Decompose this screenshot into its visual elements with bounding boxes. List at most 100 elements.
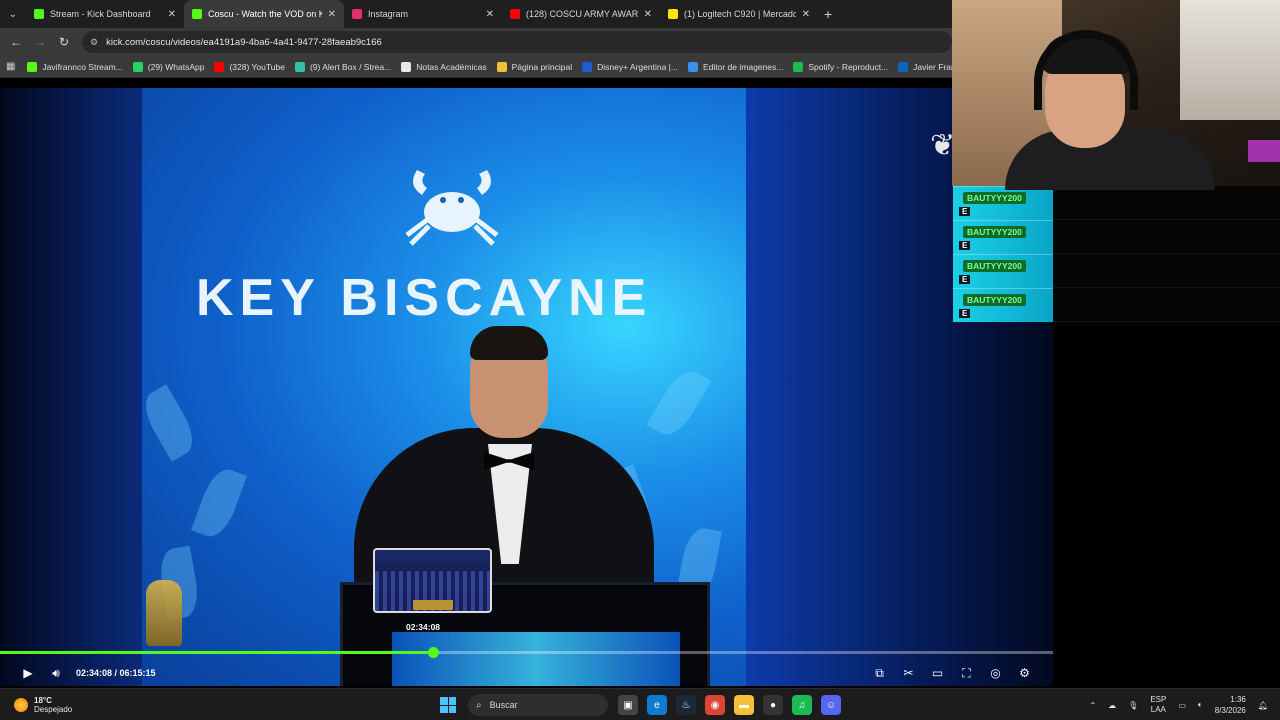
- close-tab-icon[interactable]: ✕: [644, 9, 652, 20]
- bookmark-item[interactable]: Notas Académicas: [401, 61, 487, 72]
- discord-icon[interactable]: ☺: [821, 695, 841, 715]
- chat-overlay-background: [1053, 186, 1280, 324]
- tab-2[interactable]: Instagram ✕: [344, 0, 502, 28]
- clock-date: 8/3/2026: [1214, 706, 1246, 715]
- obs-icon[interactable]: ●: [763, 695, 783, 715]
- bookmark-favicon-icon: [132, 61, 143, 72]
- forward-arrow-icon[interactable]: →: [28, 35, 52, 49]
- network-icon[interactable]: ▭: [1178, 701, 1186, 710]
- video-player[interactable]: KEY BISCAYNE ❦: [0, 88, 1053, 686]
- bookmark-item[interactable]: Editor de imagenes...: [687, 61, 783, 72]
- bookmark-item[interactable]: (328) YouTube: [214, 61, 285, 72]
- bookmark-label: (29) WhatsApp: [147, 61, 205, 72]
- edge-icon[interactable]: e: [647, 695, 667, 715]
- onedrive-cloud-icon[interactable]: ☁: [1108, 701, 1116, 710]
- tab-title: Coscu - Watch the VOD on Kick: [208, 9, 322, 19]
- clip-icon[interactable]: ✂: [894, 666, 923, 680]
- bookmark-item[interactable]: (29) WhatsApp: [132, 61, 205, 72]
- system-clock[interactable]: 1:36 8/3/2026: [1215, 694, 1246, 716]
- task-view-icon[interactable]: ▣: [618, 695, 638, 715]
- steam-icon[interactable]: ♨: [676, 695, 696, 715]
- weather-sun-icon: [14, 697, 28, 712]
- bookmark-item[interactable]: (9) Alert Box / Strea...: [294, 61, 392, 72]
- fullscreen-icon[interactable]: ⛶: [952, 666, 981, 681]
- chat-message: BAUTYYY200 E: [953, 254, 1053, 288]
- file-explorer-icon[interactable]: ▬: [734, 695, 754, 715]
- search-icon: ⌕: [476, 699, 482, 711]
- tray-overflow-chevron-icon[interactable]: ⌃: [1089, 701, 1096, 710]
- windows-start-icon[interactable]: [440, 697, 456, 713]
- bookmark-item[interactable]: Spotify - Reproduct...: [793, 61, 889, 72]
- weather-widget[interactable]: 18°C Despejado: [14, 696, 72, 714]
- chat-text: E: [959, 241, 971, 250]
- chat-username[interactable]: BAUTYYY200: [963, 192, 1026, 204]
- presenter-hair: [470, 326, 548, 360]
- mercadolibre-icon: [668, 9, 678, 19]
- close-tab-icon[interactable]: ✕: [486, 9, 494, 20]
- tab-0[interactable]: Stream - Kick Dashboard ✕: [26, 0, 184, 28]
- apps-grid-icon[interactable]: ▦: [6, 61, 15, 72]
- tab-4[interactable]: (1) Logitech C920 | MercadoLib ✕: [660, 0, 818, 28]
- chat-overlay: BAUTYYY200 E BAUTYYY200 E BAUTYYY200 E BAUTYYY…: [953, 186, 1053, 322]
- reload-icon[interactable]: ↻: [52, 35, 76, 49]
- bookmark-label: Spotify - Reproduct...: [808, 61, 889, 72]
- notifications-icon[interactable]: 🔔︎: [1258, 701, 1268, 710]
- tab-title: (1) Logitech C920 | MercadoLib: [684, 9, 796, 19]
- bookmark-favicon-icon: [214, 61, 225, 72]
- miniplayer-icon[interactable]: ⧉: [865, 666, 894, 681]
- new-tab-button[interactable]: +: [824, 6, 832, 22]
- bookmark-item[interactable]: Javifrannco Stream...: [27, 61, 123, 72]
- screen: ⌄ Stream - Kick Dashboard ✕ Coscu - Watch …: [0, 0, 1280, 720]
- trophy-statue: [146, 580, 182, 646]
- tab-3[interactable]: (128) COSCU ARMY AWARDS - ✕: [502, 0, 660, 28]
- url-omnibox[interactable]: ⚙ kick.com/coscu/videos/ea4191a9-4ba6-4a…: [82, 31, 952, 53]
- taskbar-search[interactable]: ⌕ Buscar: [468, 694, 608, 716]
- close-tab-icon[interactable]: ✕: [328, 9, 336, 20]
- crab-logo-icon: [405, 170, 499, 246]
- site-info-icon[interactable]: ⚙: [90, 37, 98, 48]
- keyboard-layout: LAA: [1150, 705, 1166, 714]
- microphone-icon[interactable]: 🎙︎: [1128, 701, 1138, 710]
- seek-bar-handle[interactable]: [428, 647, 439, 658]
- bookmark-favicon-icon: [898, 61, 909, 72]
- spotify-icon[interactable]: ♫: [792, 695, 812, 715]
- bookmark-favicon-icon: [496, 61, 507, 72]
- taskbar-search-label: Buscar: [489, 700, 518, 710]
- bookmark-item[interactable]: Disney+ Argentina |...: [582, 61, 678, 72]
- theater-mode-icon[interactable]: ▭: [923, 666, 952, 680]
- volume-icon[interactable]: 🔊︎: [42, 666, 70, 681]
- bookmark-label: Javifrannco Stream...: [42, 61, 123, 72]
- clock-time: 1:36: [1230, 695, 1246, 704]
- windows-taskbar: 18°C Despejado ⌕ Buscar ▣ e ♨ ◉ ▬ ● ♫ ☺ …: [0, 688, 1280, 720]
- language-indicator[interactable]: ESP LAA: [1150, 695, 1166, 715]
- tab-search-chevron-icon[interactable]: ⌄: [0, 0, 26, 28]
- speaker-icon[interactable]: 🔈︎: [1198, 700, 1203, 710]
- settings-gear-icon[interactable]: ⚙: [1010, 666, 1039, 680]
- weather-desc: Despejado: [34, 704, 73, 714]
- chat-username[interactable]: BAUTYYY200: [963, 260, 1026, 272]
- bookmark-item[interactable]: Página principal: [496, 61, 572, 72]
- chrome-icon[interactable]: ◉: [705, 695, 725, 715]
- bookmark-label: Notas Académicas: [416, 61, 487, 72]
- close-tab-icon[interactable]: ✕: [168, 9, 176, 20]
- bookmark-favicon-icon: [401, 61, 412, 72]
- system-tray: ⌃ ☁ 🎙︎ ESP LAA ▭ 🔈︎ 1:36 8/3/2026 🔔︎: [1077, 689, 1268, 720]
- bookmark-favicon-icon: [793, 61, 804, 72]
- timecode: 02:34:08 / 06:15:15: [76, 668, 156, 678]
- chat-text: E: [959, 309, 971, 318]
- scrub-preview-thumbnail: [373, 548, 492, 613]
- seek-bar[interactable]: [0, 647, 1053, 658]
- bookmark-label: (9) Alert Box / Strea...: [309, 61, 392, 72]
- playback-speed-icon[interactable]: ◎: [981, 666, 1010, 680]
- play-icon[interactable]: ▶: [14, 666, 42, 680]
- back-arrow-icon[interactable]: ←: [4, 35, 28, 49]
- chat-message: BAUTYYY200 E: [953, 186, 1053, 220]
- tab-1[interactable]: Coscu - Watch the VOD on Kick ✕: [184, 0, 344, 28]
- chat-username[interactable]: BAUTYYY200: [963, 226, 1026, 238]
- close-tab-icon[interactable]: ✕: [802, 9, 810, 20]
- chat-username[interactable]: BAUTYYY200: [963, 294, 1026, 306]
- player-controls: ▶ 🔊︎ 02:34:08 / 06:15:15 ⧉ ✂ ▭ ⛶ ◎ ⚙: [0, 662, 1053, 684]
- bookmark-favicon-icon: [27, 61, 38, 72]
- bookmark-label: Disney+ Argentina |...: [597, 61, 678, 72]
- chat-text: E: [959, 275, 971, 284]
